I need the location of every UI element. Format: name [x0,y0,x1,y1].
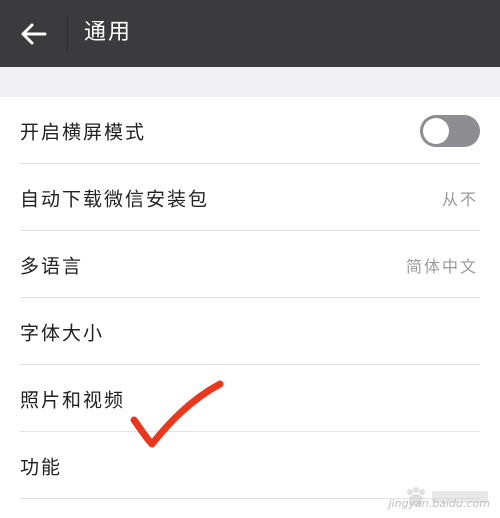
setting-landscape-mode[interactable]: 开启横屏模式 [0,97,500,164]
setting-label: 功能 [20,456,63,478]
setting-value: 从不 [441,189,478,209]
settings-list: 开启横屏模式 自动下载微信安装包 从不 多语言 简体中文 字体大小 照片和视频 … [0,97,500,499]
setting-label: 照片和视频 [20,389,126,411]
toggle-knob [423,117,449,144]
landscape-mode-toggle[interactable] [420,114,480,147]
setting-auto-download[interactable]: 自动下载微信安装包 从不 [0,164,500,231]
setting-value: 简体中文 [405,256,478,276]
setting-font-size[interactable]: 字体大小 [0,298,500,365]
setting-label: 开启横屏模式 [20,121,147,143]
setting-photos-videos[interactable]: 照片和视频 [0,365,500,432]
setting-label: 字体大小 [20,322,105,344]
setting-label: 多语言 [20,255,84,277]
section-gap [0,67,500,97]
page-title: 通用 [84,20,133,45]
app-header: 通用 [0,0,500,67]
header-divider [67,16,68,51]
arrow-left-icon [21,23,47,45]
watermark-text: jingyan.baidu.com [388,497,490,510]
setting-language[interactable]: 多语言 简体中文 [0,231,500,298]
back-button[interactable] [12,14,56,54]
setting-label: 自动下载微信安装包 [20,188,210,210]
